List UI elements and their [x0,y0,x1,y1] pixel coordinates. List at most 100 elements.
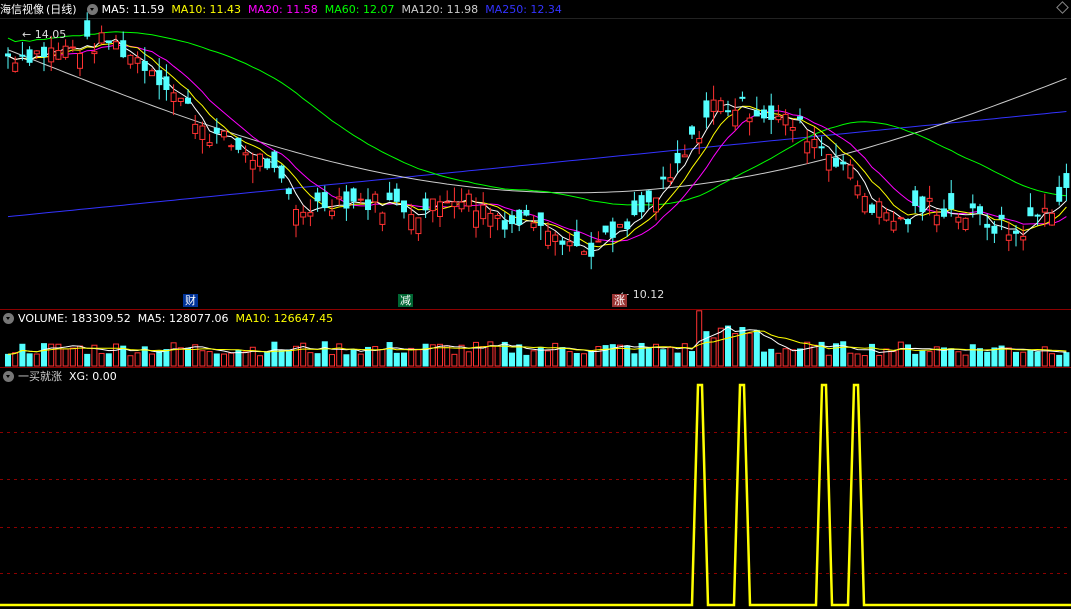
volume-bar [725,325,731,367]
indicator-title: 一买就涨 [18,370,62,383]
volume-bar [77,345,83,367]
volume-bar [480,346,487,367]
volume-bar [789,349,796,367]
candle-body [41,46,47,58]
candle-body [552,234,559,242]
candle-body [501,220,508,230]
candle-body [602,225,609,233]
candle-body [890,220,897,231]
volume-bar [329,354,335,367]
candle-body [696,138,703,144]
volume-bar [473,341,479,367]
candle-body [941,208,947,217]
candle-body [1049,212,1055,226]
candle-body [710,99,717,112]
candle-body [638,195,645,213]
volume-bar [444,345,451,367]
candle-body [833,157,839,167]
candle-body [962,217,969,231]
candle-body [674,152,681,164]
candle-body [422,198,429,211]
candle-body [221,130,227,138]
volume-bar [948,348,955,367]
volume-bar [199,350,206,367]
volume-bar [631,353,638,367]
candle-body [516,209,523,225]
candle-body [617,223,623,228]
candle-body [689,126,695,135]
volume-bar [969,344,976,367]
candle-body [26,49,33,63]
candle-body [991,225,998,234]
candle-body [1027,207,1034,217]
volume-bar [408,347,415,367]
volume-bar [84,353,91,367]
candle-body [523,209,530,216]
dropdown-icon[interactable] [86,3,98,15]
ma60-label: MA60: 12.07 [324,2,395,16]
candle-body [429,198,436,212]
volume-bar [206,351,213,367]
dropdown-icon[interactable] [3,370,14,382]
volume-bar [523,354,530,367]
volume-bar [12,352,19,367]
volume-bar [645,348,652,367]
volume-bar [739,327,746,367]
candle-body [789,127,796,131]
volume-bar [962,354,969,367]
volume-bar [897,341,904,367]
candle-body [566,241,573,247]
high-price-label: ← 14.05 [22,28,66,41]
candle-body [415,217,422,235]
volume-bar [321,341,328,367]
candle-body [1041,207,1048,213]
volume-bar [177,347,184,367]
candle-body [314,192,321,202]
volume-bar [357,353,364,367]
stock-name: 海信视像 [0,3,44,16]
volume-bar [509,352,515,367]
volume-bar [149,353,155,367]
volume-bar [350,349,357,367]
candle-body [681,154,688,158]
candle-body [192,123,199,134]
volume-bar [343,354,350,367]
volume-bar [163,349,170,367]
candle-body [869,204,875,213]
volume-bar [185,347,191,367]
candle-body [357,198,364,201]
candle-body [177,97,184,102]
volume-bar [703,331,710,367]
volume-bar [566,351,573,367]
indicator-header: 一买就涨 XG: 0.00 [0,368,124,384]
candle-body [840,161,847,165]
candle-body [717,100,724,113]
event-marker-jian[interactable]: 减 [398,294,413,307]
candle-body [811,138,818,149]
candle-body [444,201,451,204]
candle-body [876,201,883,218]
candle-body [113,41,119,50]
candle-body [494,215,501,219]
candle-body [753,110,760,117]
dropdown-icon[interactable] [3,312,14,324]
candle-body [537,212,544,226]
event-marker-cai[interactable]: 财 [183,294,198,307]
candle-body [768,105,775,120]
volume-bar [696,310,703,367]
candle-body [91,51,98,55]
candle-body [120,40,127,58]
ma250-line [7,111,1067,218]
volume-bar [5,353,11,367]
candle-body [185,97,191,104]
volume-bar [876,354,883,367]
volume-bar [26,353,33,367]
main-header: 海信视像 (日线) MA5: 11.59 MA10: 11.43 MA20: 1… [0,1,569,17]
candle-body [725,110,731,113]
candle-body [703,100,710,118]
volume-bar [1063,352,1070,367]
candle-body [257,153,263,167]
volume-bar [825,354,832,367]
event-marker-zhang[interactable]: 涨 [612,294,627,307]
volume-bar [775,352,782,367]
